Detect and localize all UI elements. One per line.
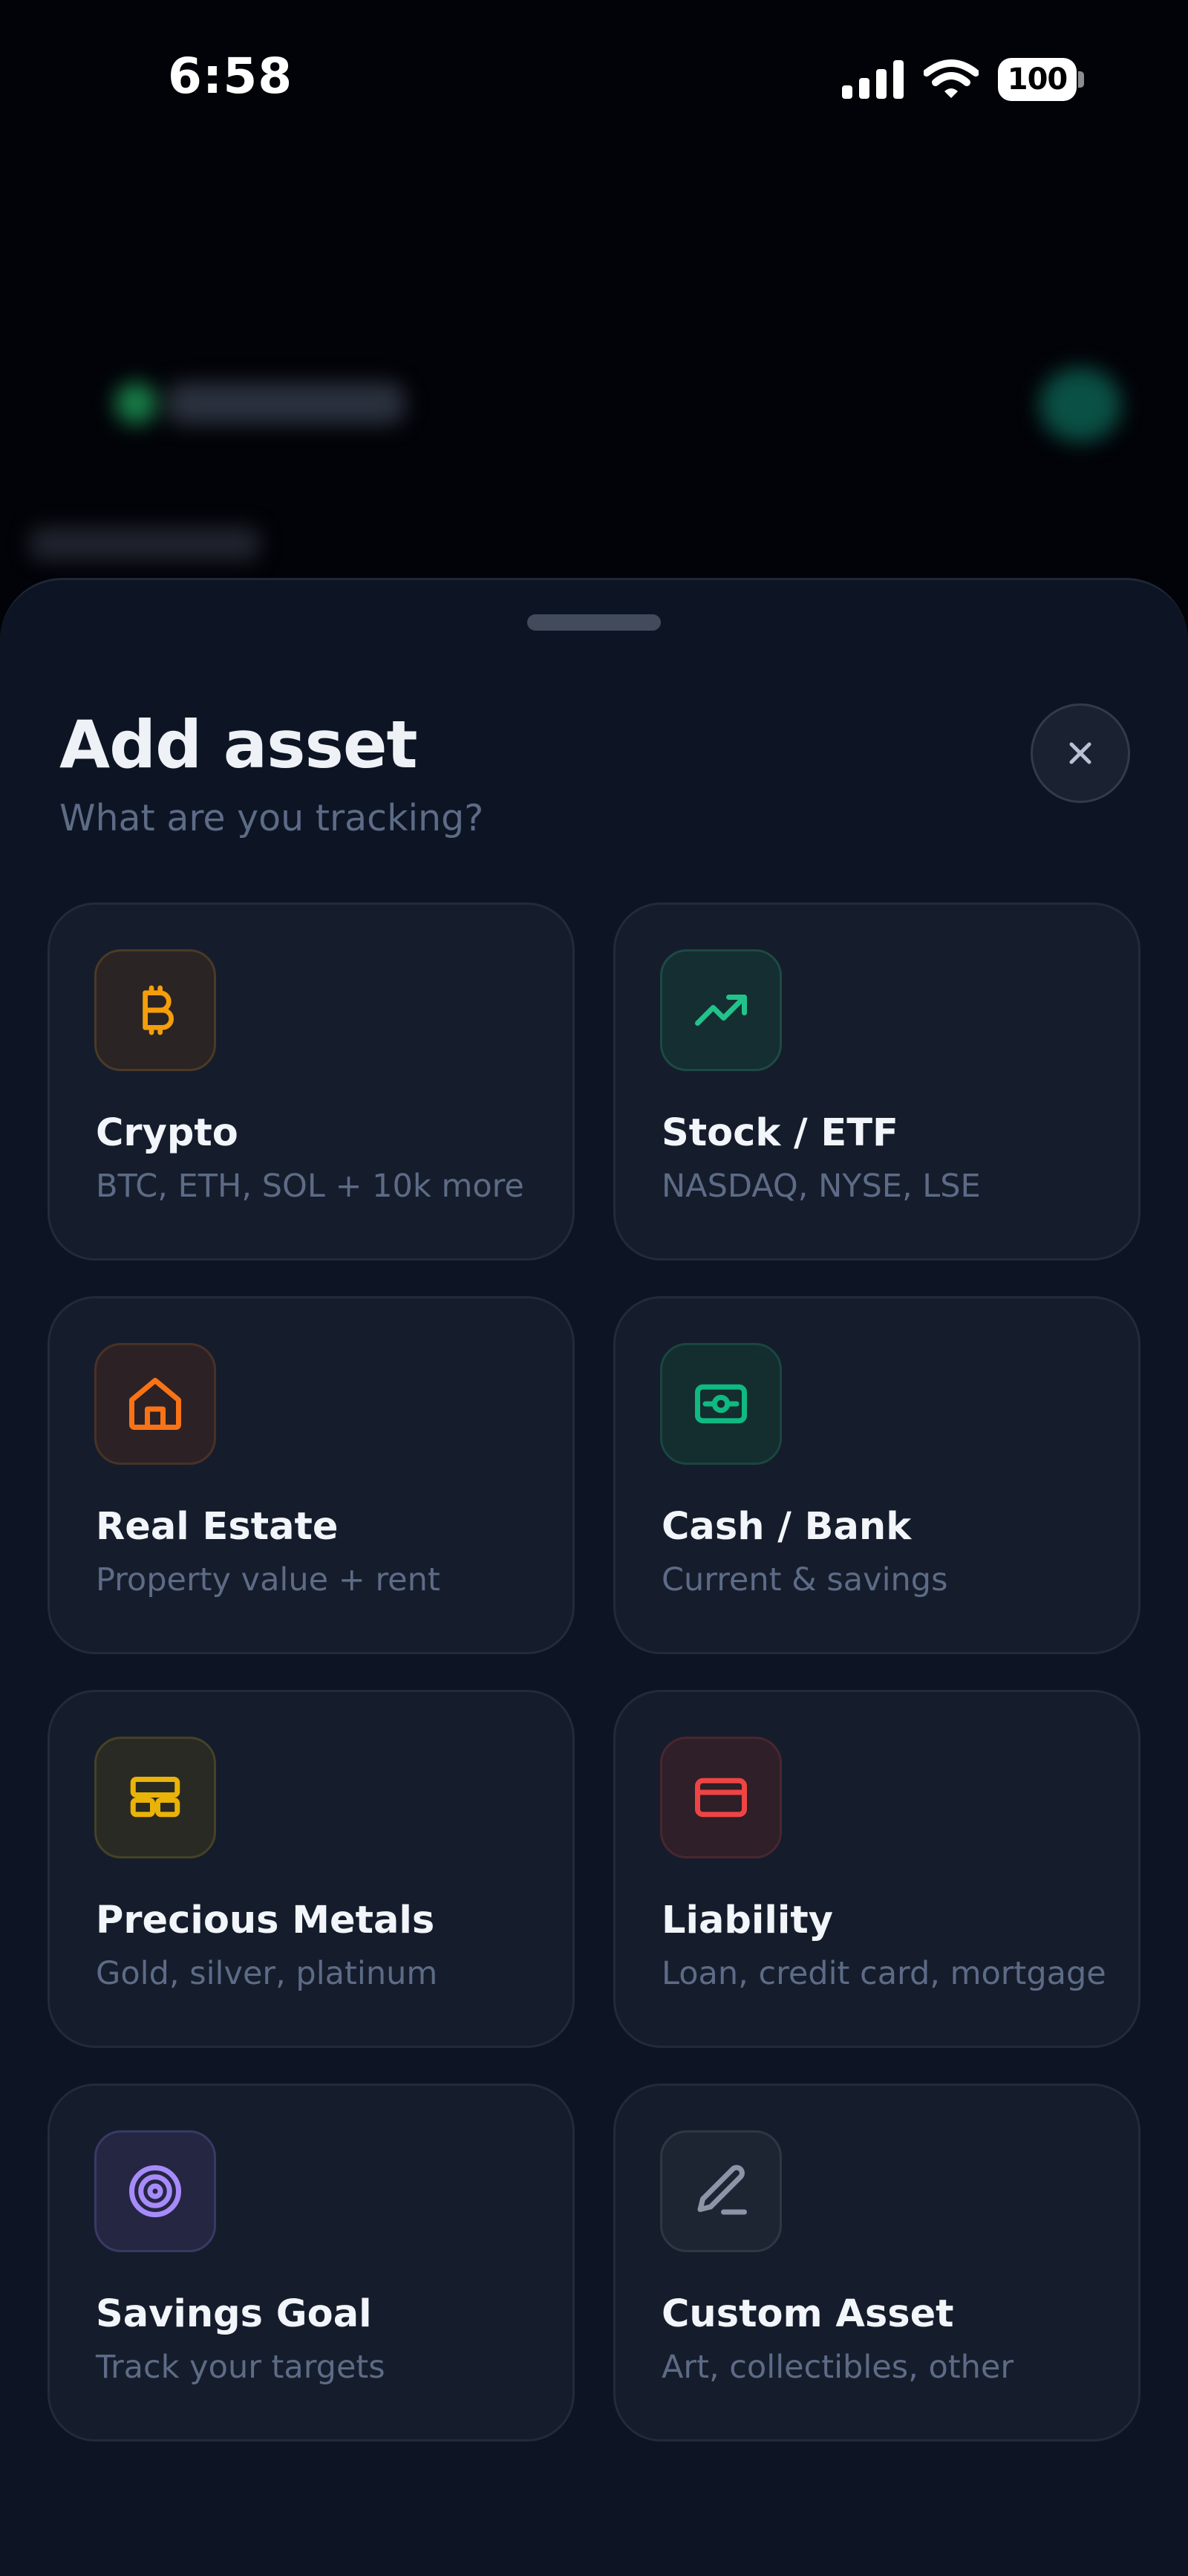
sheet-subtitle: What are you tracking? xyxy=(59,797,484,839)
status-icons: 100 xyxy=(842,58,1084,101)
icon-tile-metals xyxy=(94,1737,216,1858)
asset-card-title: Crypto xyxy=(96,1111,238,1155)
asset-card-title: Savings Goal xyxy=(96,2292,372,2336)
asset-card-liability[interactable]: Liability Loan, credit card, mortgage xyxy=(613,1690,1140,2048)
background-avatar xyxy=(1040,368,1121,442)
wifi-icon xyxy=(924,59,979,98)
asset-card-crypto[interactable]: Crypto BTC, ETH, SOL + 10k more xyxy=(48,902,575,1261)
cellular-signal-icon xyxy=(842,60,904,99)
background-logo-text xyxy=(167,383,405,424)
asset-card-description: Art, collectibles, other xyxy=(662,2349,1014,2386)
asset-card-description: Property value + rent xyxy=(96,1561,440,1598)
asset-card-title: Real Estate xyxy=(96,1505,339,1549)
icon-tile-crypto xyxy=(94,949,216,1071)
background-subtitle xyxy=(30,527,260,560)
asset-card-savings-goal[interactable]: Savings Goal Track your targets xyxy=(48,2084,575,2442)
house-icon xyxy=(129,1378,181,1430)
battery-cap xyxy=(1078,71,1084,88)
asset-card-title: Custom Asset xyxy=(662,2292,954,2336)
asset-card-title: Stock / ETF xyxy=(662,1111,898,1155)
icon-tile-custom xyxy=(660,2130,782,2252)
asset-card-title: Precious Metals xyxy=(96,1899,435,1942)
battery-body: 100 xyxy=(998,58,1077,101)
asset-card-description: NASDAQ, NYSE, LSE xyxy=(662,1168,981,1205)
asset-card-description: BTC, ETH, SOL + 10k more xyxy=(96,1168,524,1205)
asset-card-title: Cash / Bank xyxy=(662,1505,912,1549)
screen: 6:58 100 Add asset What are you tracking… xyxy=(0,0,1188,2576)
banknote-icon xyxy=(695,1384,747,1424)
icon-tile-liability xyxy=(660,1737,782,1858)
battery-indicator: 100 xyxy=(998,58,1084,101)
close-icon xyxy=(1069,742,1091,764)
pencil-icon xyxy=(697,2164,747,2215)
asset-type-grid: Crypto BTC, ETH, SOL + 10k more Stock / … xyxy=(48,902,1140,2442)
asset-card-description: Current & savings xyxy=(662,1561,948,1598)
icon-tile-savings xyxy=(94,2130,216,2252)
credit-card-icon xyxy=(695,1777,747,1818)
status-bar: 6:58 100 xyxy=(0,0,1188,160)
asset-card-description: Loan, credit card, mortgage xyxy=(662,1955,1106,1992)
trending-up-icon xyxy=(695,995,747,1026)
icon-tile-stock xyxy=(660,949,782,1071)
sheet-title: Add asset xyxy=(59,706,418,783)
asset-card-title: Liability xyxy=(662,1899,833,1942)
bitcoin-icon xyxy=(143,985,174,1035)
gold-bars-icon xyxy=(130,1777,180,1818)
asset-card-cash-bank[interactable]: Cash / Bank Current & savings xyxy=(613,1296,1140,1654)
status-time: 6:58 xyxy=(168,48,293,105)
icon-tile-real-estate xyxy=(94,1343,216,1465)
sheet-grabber[interactable] xyxy=(527,614,661,631)
asset-card-real-estate[interactable]: Real Estate Property value + rent xyxy=(48,1296,575,1654)
close-button[interactable] xyxy=(1031,703,1130,803)
icon-tile-cash xyxy=(660,1343,782,1465)
background-logo-icon xyxy=(115,383,157,424)
asset-card-custom-asset[interactable]: Custom Asset Art, collectibles, other xyxy=(613,2084,1140,2442)
asset-card-stock-etf[interactable]: Stock / ETF NASDAQ, NYSE, LSE xyxy=(613,902,1140,1261)
background-app xyxy=(0,160,1188,583)
battery-percent: 100 xyxy=(1007,62,1068,97)
target-icon xyxy=(129,2165,181,2217)
add-asset-sheet: Add asset What are you tracking? Crypto xyxy=(0,578,1188,2576)
asset-card-precious-metals[interactable]: Precious Metals Gold, silver, platinum xyxy=(48,1690,575,2048)
asset-card-description: Gold, silver, platinum xyxy=(96,1955,438,1992)
asset-card-description: Track your targets xyxy=(96,2349,385,2386)
